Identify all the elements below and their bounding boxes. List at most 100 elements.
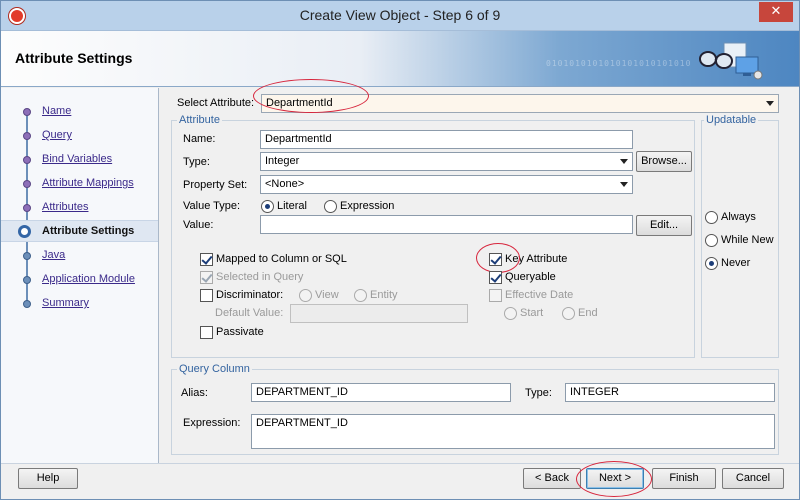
step-current-icon — [18, 225, 31, 238]
finish-button[interactable]: Finish — [652, 468, 716, 489]
updatable-while-new-radio[interactable] — [705, 234, 718, 247]
query-type-field[interactable]: INTEGER — [565, 383, 775, 402]
value-type-label: Value Type: — [183, 200, 241, 212]
default-value-label: Default Value: — [215, 307, 284, 319]
step-done-icon — [23, 204, 31, 212]
browse-button[interactable]: Browse... — [636, 151, 692, 172]
entity-label: Entity — [370, 289, 398, 301]
default-value-field[interactable] — [290, 304, 468, 323]
discriminator-checkbox[interactable] — [200, 289, 213, 302]
property-set-value: <None> — [265, 178, 305, 190]
nav-item-attribute-mappings[interactable]: Attribute Mappings — [1, 175, 159, 193]
button-bar: Help < Back Next > Finish Cancel — [1, 461, 799, 499]
effective-date-label: Effective Date — [505, 289, 574, 301]
start-label: Start — [520, 307, 544, 319]
literal-radio[interactable] — [261, 200, 274, 213]
help-button[interactable]: Help — [18, 468, 78, 489]
mapped-label: Mapped to Column or SQL — [216, 253, 347, 265]
expression-label: Expression — [340, 200, 395, 212]
value-label: Value: — [183, 219, 214, 231]
nav-item-bind-variables[interactable]: Bind Variables — [1, 151, 159, 169]
close-icon[interactable]: ✕ — [759, 2, 793, 22]
name-value: DepartmentId — [265, 133, 332, 145]
attribute-group-title: Attribute — [177, 114, 222, 126]
view-label: View — [315, 289, 339, 301]
nav-item-query[interactable]: Query — [1, 127, 159, 145]
effective-date-checkbox[interactable] — [489, 289, 502, 302]
wizard-steps-nav: Name Query Bind Variables Attribute Mapp… — [1, 88, 159, 463]
nav-item-label: Java — [42, 249, 66, 261]
nav-item-label: Bind Variables — [42, 153, 113, 165]
nav-item-label: Attribute Mappings — [42, 177, 134, 189]
mapped-checkbox[interactable] — [200, 253, 213, 266]
nav-item-label: Name — [42, 105, 72, 117]
type-label: Type: — [183, 156, 210, 168]
type-combo[interactable]: Integer — [260, 152, 633, 171]
property-set-combo[interactable]: <None> — [260, 175, 633, 194]
back-button[interactable]: < Back — [523, 468, 581, 489]
nav-item-attribute-settings[interactable]: Attribute Settings — [1, 220, 159, 242]
end-label: End — [578, 307, 598, 319]
name-label: Name: — [183, 133, 216, 145]
splitter-handle[interactable] — [158, 88, 162, 463]
start-radio[interactable] — [504, 307, 517, 320]
passivate-label: Passivate — [216, 326, 264, 338]
annotation-highlight-ring — [476, 243, 520, 273]
alias-field[interactable]: DEPARTMENT_ID — [251, 383, 511, 402]
nav-item-label: Summary — [42, 297, 90, 309]
value-field[interactable] — [260, 215, 633, 234]
binary-decoration: 0101010101010101010101010 — [546, 59, 692, 68]
query-column-group-title: Query Column — [177, 363, 252, 375]
chevron-down-icon[interactable] — [620, 159, 628, 164]
nav-item-java[interactable]: Java — [1, 247, 159, 265]
edit-button[interactable]: Edit... — [636, 215, 692, 236]
literal-label: Literal — [277, 200, 307, 212]
view-radio[interactable] — [299, 289, 312, 302]
updatable-always-label: Always — [721, 211, 756, 223]
nav-item-label: Query — [42, 129, 72, 141]
expression-radio[interactable] — [324, 200, 337, 213]
nav-item-attributes[interactable]: Attributes — [1, 199, 159, 217]
property-set-label: Property Set: — [183, 179, 248, 191]
alias-label: Alias: — [181, 387, 208, 399]
step-future-icon — [23, 300, 31, 308]
nav-item-application-module[interactable]: Application Module — [1, 271, 159, 289]
glasses-monitor-icon — [699, 42, 763, 80]
chevron-down-icon[interactable] — [620, 182, 628, 187]
step-done-icon — [23, 180, 31, 188]
queryable-label: Queryable — [505, 271, 556, 283]
end-radio[interactable] — [562, 307, 575, 320]
updatable-always-radio[interactable] — [705, 211, 718, 224]
expression-textarea[interactable]: DEPARTMENT_ID — [251, 414, 775, 449]
step-done-icon — [23, 156, 31, 164]
type-value: Integer — [265, 155, 300, 167]
nav-item-summary[interactable]: Summary — [1, 295, 159, 313]
expression-field-label: Expression: — [183, 417, 241, 429]
main-panel: Select Attribute: DepartmentId Attribute… — [163, 79, 793, 463]
page-title: Attribute Settings — [15, 50, 133, 66]
discriminator-label: Discriminator: — [216, 289, 284, 301]
step-future-icon — [23, 252, 31, 260]
alias-value: DEPARTMENT_ID — [256, 386, 348, 398]
cancel-button[interactable]: Cancel — [722, 468, 784, 489]
step-done-icon — [23, 132, 31, 140]
title-bar: Create View Object - Step 6 of 9 ✕ — [1, 1, 799, 31]
chevron-down-icon[interactable] — [766, 101, 774, 106]
window-title: Create View Object - Step 6 of 9 — [299, 7, 501, 23]
updatable-never-label: Never — [721, 257, 751, 269]
nav-item-name[interactable]: Name — [1, 103, 159, 121]
name-field[interactable]: DepartmentId — [260, 130, 633, 149]
queryable-checkbox[interactable] — [489, 271, 502, 284]
step-done-icon — [23, 108, 31, 116]
selected-in-query-label: Selected in Query — [216, 271, 304, 283]
selected-in-query-checkbox[interactable] — [200, 271, 213, 284]
entity-radio[interactable] — [354, 289, 367, 302]
updatable-while-new-label: While New — [721, 234, 774, 246]
query-type-value: INTEGER — [570, 386, 619, 398]
step-future-icon — [23, 276, 31, 284]
updatable-never-radio[interactable] — [705, 257, 718, 270]
updatable-group-title: Updatable — [704, 114, 759, 126]
annotation-highlight-ring — [576, 461, 652, 497]
passivate-checkbox[interactable] — [200, 326, 213, 339]
dialog-window: Create View Object - Step 6 of 9 ✕ Attri… — [0, 0, 800, 500]
